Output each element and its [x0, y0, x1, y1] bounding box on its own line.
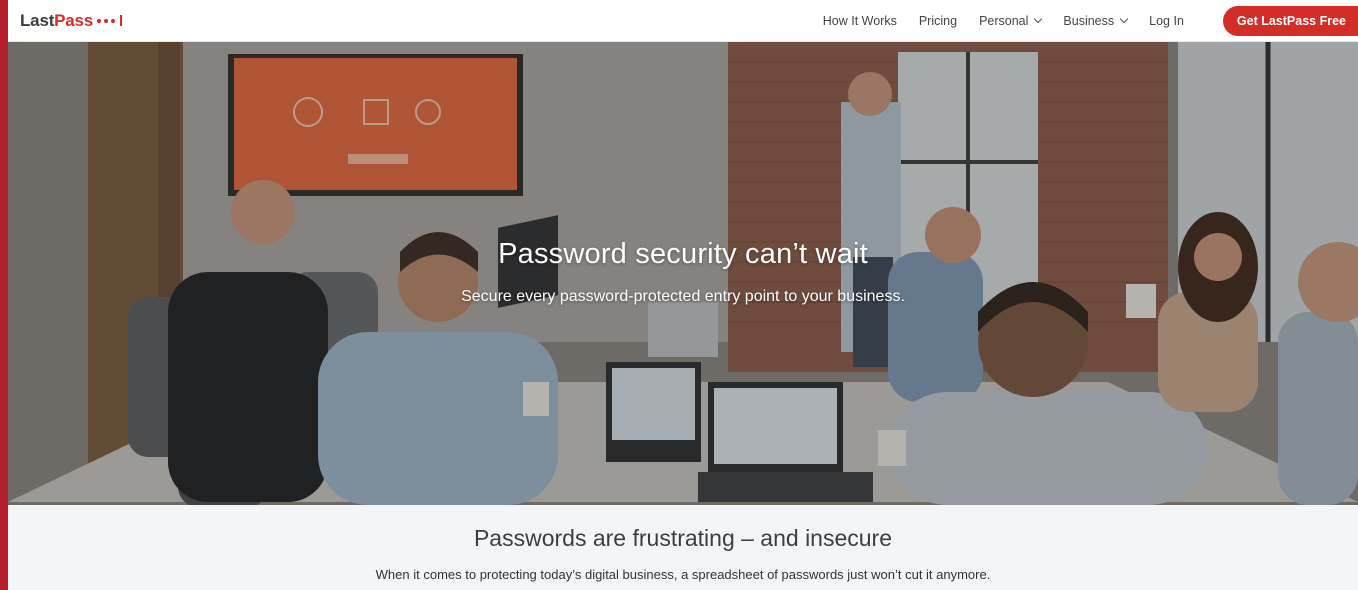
chevron-down-icon	[1119, 14, 1129, 23]
intro-section: Passwords are frustrating – and insecure…	[8, 505, 1358, 590]
nav-personal-label: Personal	[979, 13, 1029, 28]
logo-text-last: Last	[20, 10, 55, 30]
nav-how-it-works-label: How It Works	[822, 13, 897, 28]
nav-business-dropdown[interactable]: Business	[1063, 13, 1129, 28]
nav-links: How It Works Pricing Personal Business L…	[812, 0, 1358, 42]
nav-how-it-works[interactable]: How It Works	[823, 14, 897, 28]
lastpass-logo[interactable]: Last Pass	[20, 10, 123, 31]
top-nav: Last Pass How It Works Pricing Personal B…	[8, 0, 1358, 42]
hero-title: Password security can’t wait	[498, 238, 868, 270]
section-subtitle: When it comes to protecting today’s digi…	[375, 567, 991, 582]
left-rail	[0, 0, 8, 590]
page: Last Pass How It Works Pricing Personal B…	[0, 0, 1358, 590]
nav-business-label: Business	[1063, 13, 1115, 28]
nav-log-in[interactable]: Log In	[1149, 14, 1184, 28]
logo-text-pass: Pass	[54, 10, 94, 30]
nav-pricing-label: Pricing	[918, 13, 958, 28]
hero-overlay	[8, 42, 1358, 505]
nav-pricing[interactable]: Pricing	[919, 14, 957, 28]
logo-dots-icon	[97, 15, 123, 26]
get-lastpass-free-button[interactable]: Get LastPass Free	[1222, 5, 1358, 36]
chevron-down-icon	[1034, 14, 1043, 23]
hero-subtitle: Secure every password-protected entry po…	[461, 288, 905, 305]
section-title: Passwords are frustrating – and insecure	[473, 525, 893, 551]
nav-log-in-label: Log In	[1149, 13, 1184, 28]
hero: Password security can’t wait Secure ever…	[8, 42, 1358, 505]
nav-personal-dropdown[interactable]: Personal	[979, 13, 1043, 28]
